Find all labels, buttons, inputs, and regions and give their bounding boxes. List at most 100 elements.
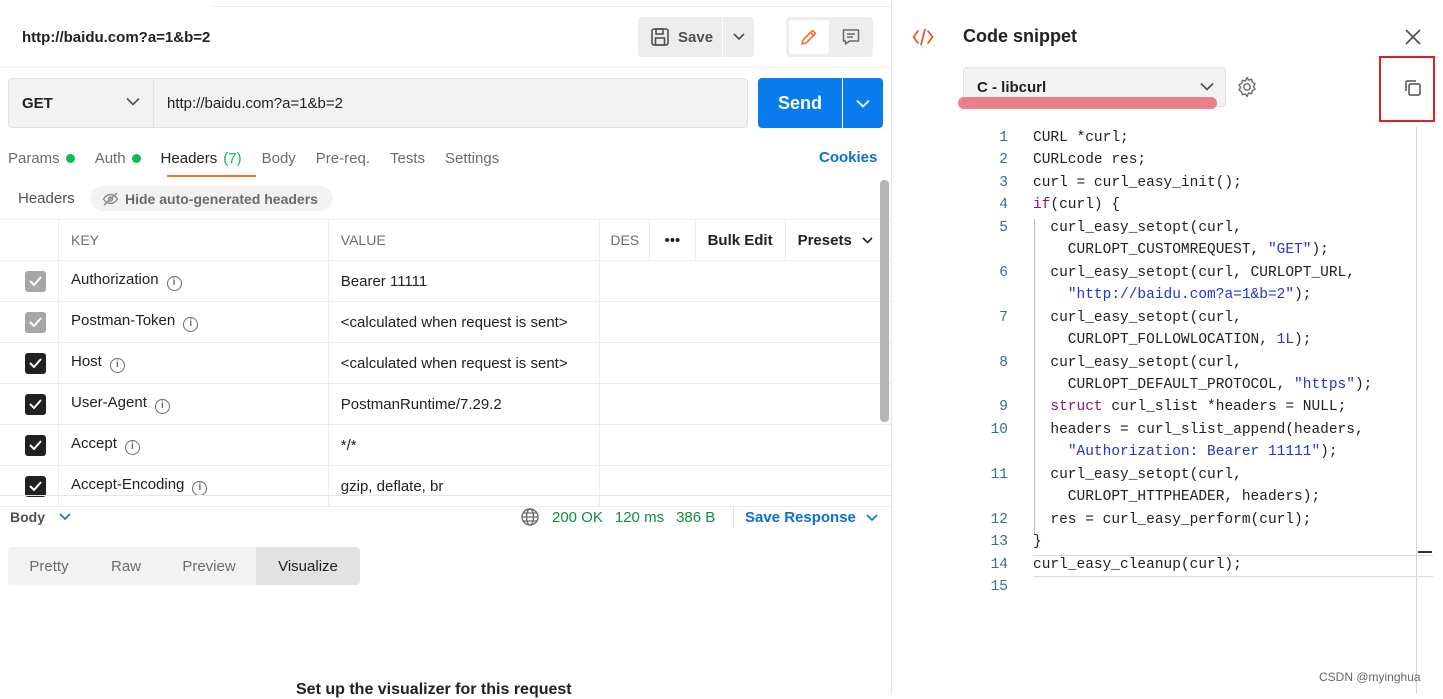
tab-visualize[interactable]: Visualize bbox=[256, 547, 360, 585]
header-description-cell[interactable] bbox=[599, 301, 891, 343]
more-options-button[interactable]: ••• bbox=[649, 219, 696, 261]
checkbox[interactable] bbox=[25, 270, 46, 292]
tab-headers[interactable]: Headers (7) bbox=[161, 148, 242, 168]
row-checkbox[interactable] bbox=[0, 383, 59, 425]
header-value-cell[interactable]: PostmanRuntime/7.29.2 bbox=[328, 383, 601, 425]
line-number: 7 bbox=[999, 309, 1008, 326]
row-checkbox[interactable] bbox=[0, 260, 59, 302]
checkbox[interactable] bbox=[25, 352, 46, 374]
checkmark-icon bbox=[29, 440, 42, 450]
save-response-button[interactable]: Save Response bbox=[745, 509, 878, 526]
header-value-cell[interactable]: <calculated when request is sent> bbox=[328, 342, 601, 384]
copy-icon[interactable] bbox=[1403, 78, 1423, 98]
header-key-cell[interactable]: Host i bbox=[58, 342, 329, 384]
header-key-cell[interactable]: User-Agent i bbox=[58, 383, 329, 425]
headers-section-label: Headers bbox=[18, 190, 75, 207]
comment-icon bbox=[841, 27, 861, 47]
header-description-cell[interactable] bbox=[599, 260, 891, 302]
header-description-cell[interactable] bbox=[599, 383, 891, 425]
line-number: 14 bbox=[990, 556, 1008, 573]
code-editor[interactable]: 1 CURL *curl; 2 CURLcode res; 3 curl = curl_e… bbox=[962, 127, 1433, 694]
code-text: curl_easy_setopt(curl, bbox=[1033, 354, 1242, 371]
row-checkbox[interactable] bbox=[0, 424, 59, 466]
tab-tests[interactable]: Tests bbox=[390, 148, 425, 168]
code-text: curl_easy_setopt(curl, bbox=[1033, 309, 1242, 326]
tab-auth[interactable]: Auth bbox=[95, 148, 141, 168]
header-value-cell[interactable]: Bearer 11111 bbox=[328, 260, 601, 302]
header-key-cell[interactable]: Authorization i bbox=[58, 260, 329, 302]
comment-mode-button[interactable] bbox=[832, 20, 870, 54]
checkmark-icon bbox=[29, 317, 42, 327]
info-icon[interactable]: i bbox=[166, 276, 182, 291]
request-title[interactable]: http://baidu.com?a=1&b=2 bbox=[22, 29, 210, 46]
chevron-down-icon bbox=[59, 513, 71, 521]
line-number: 8 bbox=[999, 354, 1008, 371]
code-text: } bbox=[1033, 534, 1042, 551]
line-number: 9 bbox=[999, 399, 1008, 416]
send-button[interactable]: Send bbox=[758, 78, 842, 128]
gear-icon[interactable] bbox=[1236, 76, 1258, 98]
status-code[interactable]: 200 OK bbox=[552, 509, 603, 526]
annotation-highlight bbox=[958, 97, 1217, 109]
send-options-button[interactable] bbox=[843, 78, 883, 128]
info-icon[interactable]: i bbox=[183, 317, 199, 332]
row-checkbox[interactable] bbox=[0, 342, 59, 384]
tab-params[interactable]: Params bbox=[8, 148, 75, 168]
header-key: Postman-Token bbox=[71, 312, 176, 329]
code-text: curl_easy_setopt(curl, bbox=[1033, 466, 1242, 483]
checkbox[interactable] bbox=[25, 311, 46, 333]
header-value-cell[interactable]: */* bbox=[328, 424, 601, 466]
checkbox[interactable] bbox=[25, 475, 46, 497]
code-text: curl_easy_setopt(curl, CURLOPT_URL, bbox=[1033, 264, 1355, 281]
pane-splitter[interactable] bbox=[0, 495, 892, 496]
tab-label: Body bbox=[261, 149, 296, 167]
response-meta: 200 OK 120 ms 386 B bbox=[520, 507, 715, 527]
method-select[interactable]: GET bbox=[8, 78, 153, 128]
tab-settings[interactable]: Settings bbox=[445, 148, 499, 168]
checkbox[interactable] bbox=[25, 434, 46, 456]
tab-pretty[interactable]: Pretty bbox=[8, 547, 90, 585]
url-input[interactable]: http://baidu.com?a=1&b=2 bbox=[153, 78, 748, 128]
info-icon[interactable]: i bbox=[154, 399, 170, 414]
header-key-cell[interactable]: Accept-Encoding i bbox=[58, 465, 329, 507]
tab-raw[interactable]: Raw bbox=[90, 547, 162, 585]
globe-icon[interactable] bbox=[520, 507, 540, 527]
presets-dropdown[interactable]: Presets bbox=[785, 219, 891, 261]
row-checkbox[interactable] bbox=[0, 301, 59, 343]
header-description-cell[interactable] bbox=[599, 465, 891, 507]
header-value-cell[interactable]: <calculated when request is sent> bbox=[328, 301, 601, 343]
save-button[interactable]: Save bbox=[638, 17, 722, 57]
hide-auto-headers-button[interactable]: Hide auto-generated headers bbox=[90, 186, 333, 211]
tab-body[interactable]: Body bbox=[262, 148, 296, 168]
header-description-cell[interactable] bbox=[599, 342, 891, 384]
response-view-tabs: Pretty Raw Preview Visualize bbox=[8, 547, 360, 585]
info-icon[interactable]: i bbox=[109, 358, 125, 373]
edit-mode-button[interactable] bbox=[789, 20, 829, 54]
row-checkbox[interactable] bbox=[0, 465, 59, 507]
header-key-cell[interactable]: Accept i bbox=[58, 424, 329, 466]
response-time[interactable]: 120 ms bbox=[615, 509, 664, 526]
code-text: CURLOPT_HTTPHEADER, headers); bbox=[1033, 489, 1321, 506]
header-key: Authorization bbox=[71, 271, 159, 288]
tab-pre-request[interactable]: Pre-req. bbox=[316, 148, 370, 168]
cookies-link[interactable]: Cookies bbox=[819, 149, 877, 166]
header-key-cell[interactable]: Postman-Token i bbox=[58, 301, 329, 343]
pencil-icon bbox=[799, 27, 819, 47]
header-value-cell[interactable]: gzip, deflate, br bbox=[328, 465, 601, 507]
info-icon[interactable]: i bbox=[124, 440, 140, 455]
code-text: curl_easy_setopt(curl, bbox=[1033, 219, 1242, 236]
request-tabs: Params Auth Headers (7) Body Pre-req. Tes… bbox=[8, 148, 519, 178]
tab-preview[interactable]: Preview bbox=[162, 547, 256, 585]
close-icon[interactable] bbox=[1403, 27, 1423, 47]
bulk-edit-button[interactable]: Bulk Edit bbox=[695, 219, 786, 261]
tab-label: Tests bbox=[389, 149, 425, 167]
header-description-cell[interactable] bbox=[599, 424, 891, 466]
chevron-down-icon bbox=[1200, 82, 1214, 91]
response-body-dropdown[interactable]: Body bbox=[10, 509, 71, 525]
line-number: 13 bbox=[990, 534, 1008, 551]
response-size[interactable]: 386 B bbox=[676, 509, 715, 526]
checkbox[interactable] bbox=[25, 393, 46, 415]
headers-scrollbar[interactable] bbox=[880, 180, 889, 422]
info-icon[interactable]: i bbox=[192, 481, 208, 496]
save-options-button[interactable] bbox=[723, 17, 754, 57]
